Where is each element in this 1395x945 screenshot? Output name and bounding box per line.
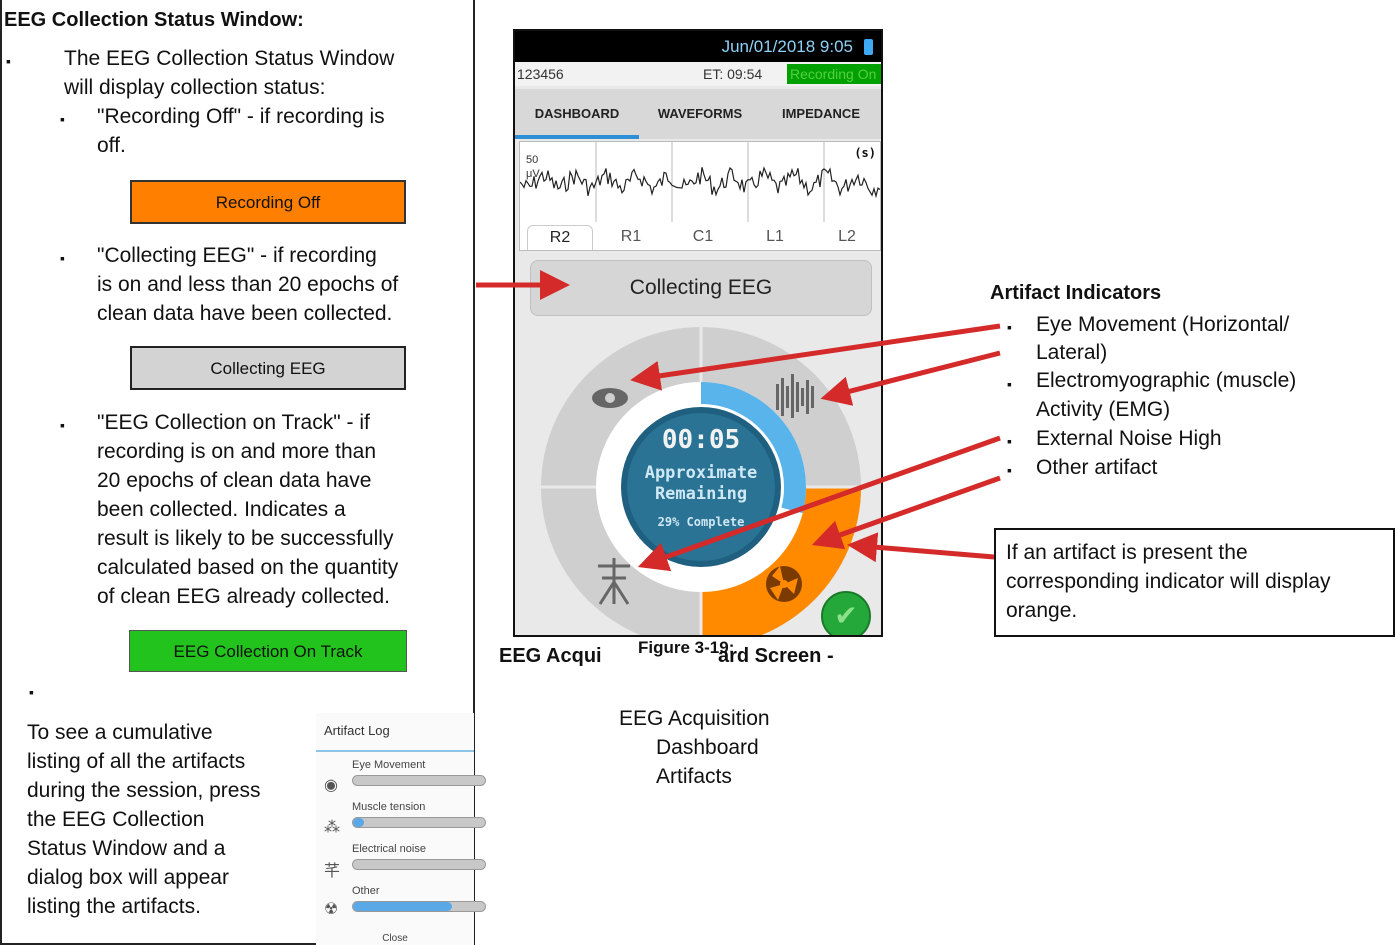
log-desc-5: Status Window and a [27, 837, 226, 860]
artifact-log-bar [352, 775, 486, 786]
seconds-label: (s) [854, 146, 876, 160]
bullet-icon: ▪ [60, 417, 65, 433]
log-desc-4: the EEG Collection [27, 808, 205, 831]
scale-value: 50 [526, 154, 539, 166]
timer-label-1: Approximate [645, 463, 758, 483]
patient-id: 123456 [517, 66, 564, 82]
artifact-log-bar [352, 859, 486, 870]
indicator-noise: External Noise High [1036, 427, 1222, 450]
battery-icon [864, 39, 873, 55]
artifact-dial: 00:05 Approximate Remaining 29% Complete [541, 327, 861, 635]
indicator-emg-1: Electromyographic (muscle) [1036, 369, 1297, 392]
orange-indicator-note: If an artifact is present the correspond… [994, 528, 1395, 637]
ontrack-status-example: EEG Collection On Track [129, 630, 407, 672]
ontrack-desc-3: 20 epochs of clean data have [97, 469, 372, 492]
ontrack-desc-2: recording is on and more than [97, 440, 376, 463]
tab-waveforms[interactable]: WAVEFORMS [639, 89, 761, 139]
indicator-eye-2: Lateral) [1036, 341, 1108, 364]
indicator-eye-1: Eye Movement (Horizontal/ [1036, 313, 1290, 336]
elapsed-time: ET: 09:54 [703, 66, 763, 82]
artifact-log-label: Muscle tension [352, 801, 426, 813]
collecting-desc-2: is on and less than 20 epochs of [97, 273, 399, 296]
muscle-icon: ⁂ [324, 819, 340, 836]
channel-tab-c1[interactable]: C1 [671, 225, 735, 249]
recording-off-status-example: Recording Off [130, 180, 406, 224]
bullet-icon: ▪ [29, 684, 34, 700]
artifact-log-bar [352, 901, 486, 912]
eeg-trace [520, 142, 880, 222]
caption-line-1: EEG Acquisition [619, 707, 770, 730]
ontrack-desc-1: "EEG Collection on Track" - if [97, 411, 370, 434]
bullet-icon: ▪ [1007, 319, 1012, 335]
bullet-icon: ▪ [1007, 376, 1012, 392]
ontrack-desc-7: of clean EEG already collected. [97, 585, 390, 608]
timer: 00:05 [662, 425, 740, 455]
ontrack-desc-6: calculated based on the quantity [97, 556, 399, 579]
title-divider [316, 750, 474, 752]
ontrack-desc-5: result is likely to be successfully [97, 527, 394, 550]
bullet-icon: ▪ [6, 53, 11, 69]
eye-icon [592, 388, 628, 408]
collecting-desc-3: clean data have been collected. [97, 302, 393, 325]
active-tab-indicator [515, 135, 639, 139]
bullet-icon: ▪ [60, 111, 65, 127]
recording-off-desc-1: "Recording Off" - if recording is [97, 105, 385, 128]
channel-tab-r2[interactable]: R2 [527, 225, 593, 250]
indicator-other: Other artifact [1036, 456, 1158, 479]
intro-line-1: The EEG Collection Status Window [64, 47, 395, 70]
bullet-icon: ▪ [1007, 433, 1012, 449]
other-artifact-icon: ☢ [324, 901, 339, 918]
eye-icon: ◉ [324, 777, 338, 794]
bullet-icon: ▪ [1007, 462, 1012, 478]
recording-off-desc-2: off. [97, 134, 126, 157]
indicator-emg-2: Activity (EMG) [1036, 398, 1171, 421]
artifact-log-label: Eye Movement [352, 759, 426, 771]
ontrack-desc-4: been collected. Indicates a [97, 498, 346, 521]
accept-check-button[interactable]: ✔ [821, 591, 871, 635]
artifact-indicators-title: Artifact Indicators [990, 282, 1162, 304]
log-desc-2: listing of all the artifacts [27, 750, 246, 773]
tab-impedance[interactable]: IMPEDANCE [761, 89, 881, 139]
collecting-desc-1: "Collecting EEG" - if recording [97, 244, 377, 267]
collection-status-button[interactable]: Collecting EEG [530, 260, 872, 316]
status-bar: Jun/01/2018 9:05 [515, 31, 881, 62]
caption-line-2: Dashboard [656, 736, 759, 759]
scale-unit: μV [526, 168, 540, 180]
other-artifact-icon [766, 566, 802, 602]
caption-line-3: Artifacts [656, 765, 732, 788]
intro-line-2: will display collection status: [64, 76, 326, 99]
power-line-icon: 芊 [324, 863, 341, 880]
channel-tab-l1[interactable]: L1 [743, 225, 807, 249]
tab-dashboard[interactable]: DASHBOARD [515, 89, 639, 139]
caption-part-1: EEG Acqui [499, 645, 602, 667]
channel-tab-l2[interactable]: L2 [815, 225, 879, 249]
log-desc-6: dialog box will appear [27, 866, 229, 889]
recording-badge: Recording On [787, 64, 881, 84]
tab-bar: DASHBOARD WAVEFORMS IMPEDANCE [515, 89, 881, 139]
log-desc-7: listing the artifacts. [27, 895, 201, 918]
channel-tabs: R2 R1 C1 L1 L2 [519, 221, 881, 250]
date-time: Jun/01/2018 9:05 [721, 37, 853, 56]
artifact-log-dialog: Artifact Log ◉ Eye Movement ⁂ Muscle ten… [316, 713, 486, 945]
progress-text: 29% Complete [658, 515, 745, 529]
artifact-log-label: Other [352, 885, 380, 897]
caption-part-2: ard Screen - [718, 645, 834, 667]
channel-tab-r1[interactable]: R1 [599, 225, 663, 249]
session-info-bar: 123456 ET: 09:54 Recording On [515, 62, 881, 86]
panel-title: EEG Collection Status Window: [4, 9, 304, 31]
timer-label-2: Remaining [655, 484, 747, 504]
collecting-eeg-status-example: Collecting EEG [130, 346, 406, 390]
bullet-icon: ▪ [60, 250, 65, 266]
artifact-log-label: Electrical noise [352, 843, 426, 855]
artifact-log-title: Artifact Log [324, 723, 390, 738]
log-desc-3: during the session, press [27, 779, 261, 802]
log-desc-1: To see a cumulative [27, 721, 213, 744]
close-button[interactable]: Close [316, 933, 474, 944]
artifact-log-bar [352, 817, 486, 828]
eeg-device-screen: Jun/01/2018 9:05 123456 ET: 09:54 Record… [513, 29, 883, 637]
